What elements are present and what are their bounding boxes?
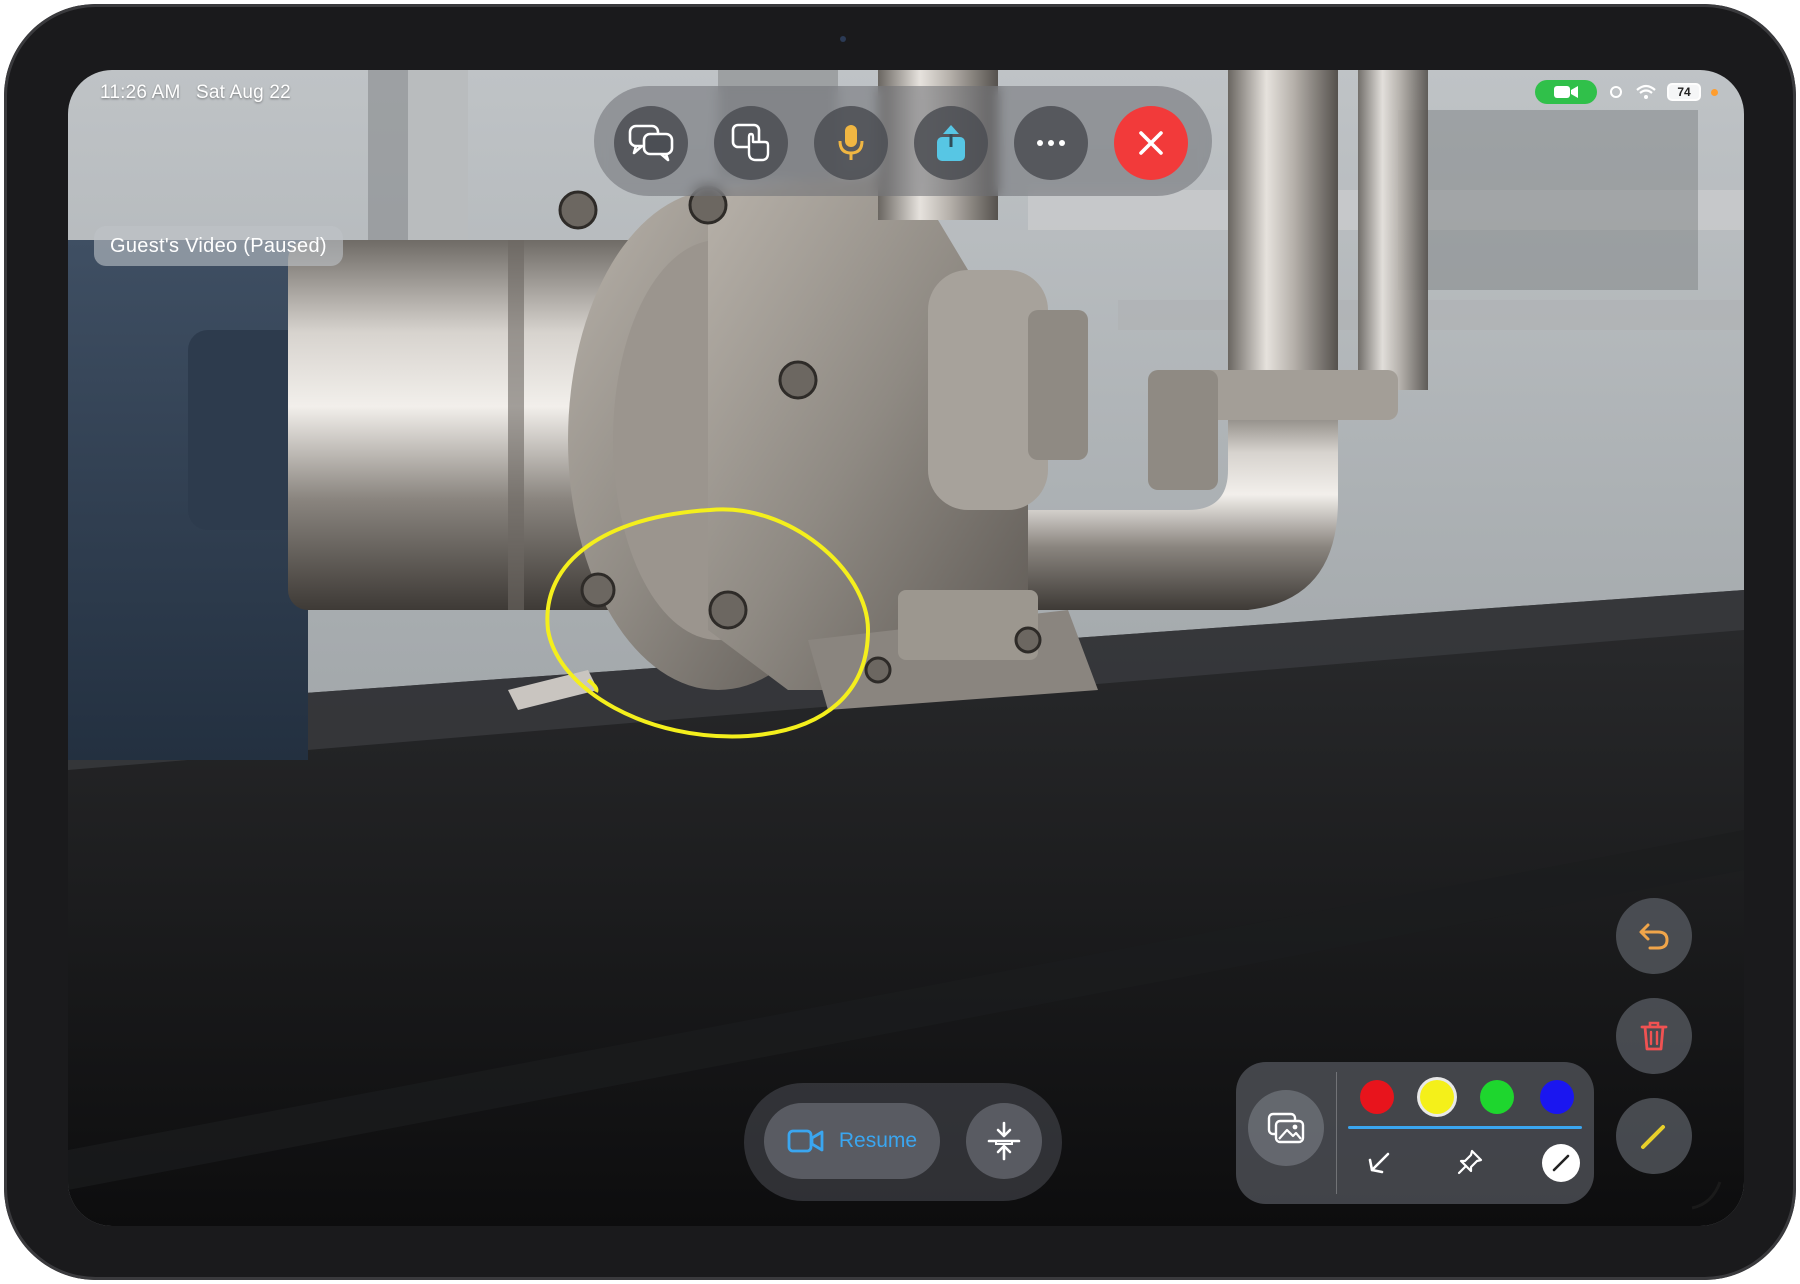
- time-text: 11:26 AM: [100, 82, 181, 103]
- color-blue[interactable]: [1540, 1080, 1574, 1114]
- trash-icon: [1640, 1021, 1668, 1051]
- call-toolbar: [594, 86, 1212, 196]
- date-text: Sat Aug 22: [195, 82, 291, 103]
- guest-video-label: Guest's Video (Paused): [94, 226, 343, 266]
- ellipsis-icon: [1037, 140, 1065, 146]
- resume-button[interactable]: Resume: [764, 1103, 940, 1179]
- status-right: 74: [1535, 80, 1718, 104]
- video-camera-icon: [787, 1129, 824, 1153]
- pen-button[interactable]: [1616, 1098, 1692, 1174]
- share-button[interactable]: [914, 106, 988, 180]
- corner-stroke-mark: [1691, 1181, 1722, 1210]
- photo-gallery-button[interactable]: [1248, 1090, 1324, 1166]
- drawing-tools-panel: [1236, 1062, 1594, 1204]
- chat-button[interactable]: [614, 106, 688, 180]
- freehand-icon: [1552, 1154, 1570, 1172]
- screen: 11:26 AM Sat Aug 22 74 Guest's Video (Pa…: [68, 70, 1744, 1226]
- panel-divider: [1336, 1072, 1337, 1194]
- color-red[interactable]: [1360, 1080, 1394, 1114]
- more-button[interactable]: [1014, 106, 1088, 180]
- pencil-icon: [1641, 1125, 1665, 1149]
- delete-annotations-button[interactable]: [1616, 998, 1692, 1074]
- close-icon: [1139, 131, 1163, 155]
- undo-icon: [1639, 923, 1669, 950]
- resume-label: Resume: [838, 1129, 918, 1152]
- front-camera: [840, 36, 846, 42]
- facetime-video-indicator: [1535, 80, 1597, 104]
- hand-pointer-icon: [731, 123, 770, 162]
- mute-button[interactable]: [814, 106, 888, 180]
- undo-button[interactable]: [1616, 898, 1692, 974]
- pin-tool[interactable]: [1450, 1142, 1490, 1182]
- wifi-icon: [1636, 84, 1656, 99]
- ipad-frame: 11:26 AM Sat Aug 22 74 Guest's Video (Pa…: [4, 4, 1796, 1280]
- color-green[interactable]: [1480, 1080, 1514, 1114]
- remote-control-button[interactable]: [714, 106, 788, 180]
- photo-stack-icon: [1267, 1112, 1305, 1144]
- status-time: 11:26 AM Sat Aug 22: [100, 82, 291, 104]
- orange-mic-dot: [1711, 88, 1718, 96]
- chat-bubbles-icon: [628, 124, 674, 162]
- share-icon: [937, 125, 965, 161]
- arrow-icon: [1368, 1152, 1390, 1174]
- end-call-button[interactable]: [1114, 106, 1188, 180]
- video-camera-icon: [1554, 86, 1578, 98]
- freehand-tool[interactable]: [1542, 1144, 1580, 1182]
- arrow-tool[interactable]: [1360, 1142, 1400, 1182]
- battery-indicator: 74: [1667, 83, 1701, 101]
- microphone-icon: [838, 125, 864, 160]
- brightness-icon: [1610, 86, 1622, 98]
- battery-level: 74: [1677, 85, 1691, 99]
- color-row-underline: [1348, 1126, 1582, 1129]
- freeze-frame-button[interactable]: [966, 1103, 1042, 1179]
- pin-icon: [1457, 1149, 1483, 1175]
- video-controls: Resume: [744, 1083, 1062, 1201]
- freeze-frame-icon: [987, 1121, 1021, 1161]
- color-yellow[interactable]: [1420, 1080, 1454, 1114]
